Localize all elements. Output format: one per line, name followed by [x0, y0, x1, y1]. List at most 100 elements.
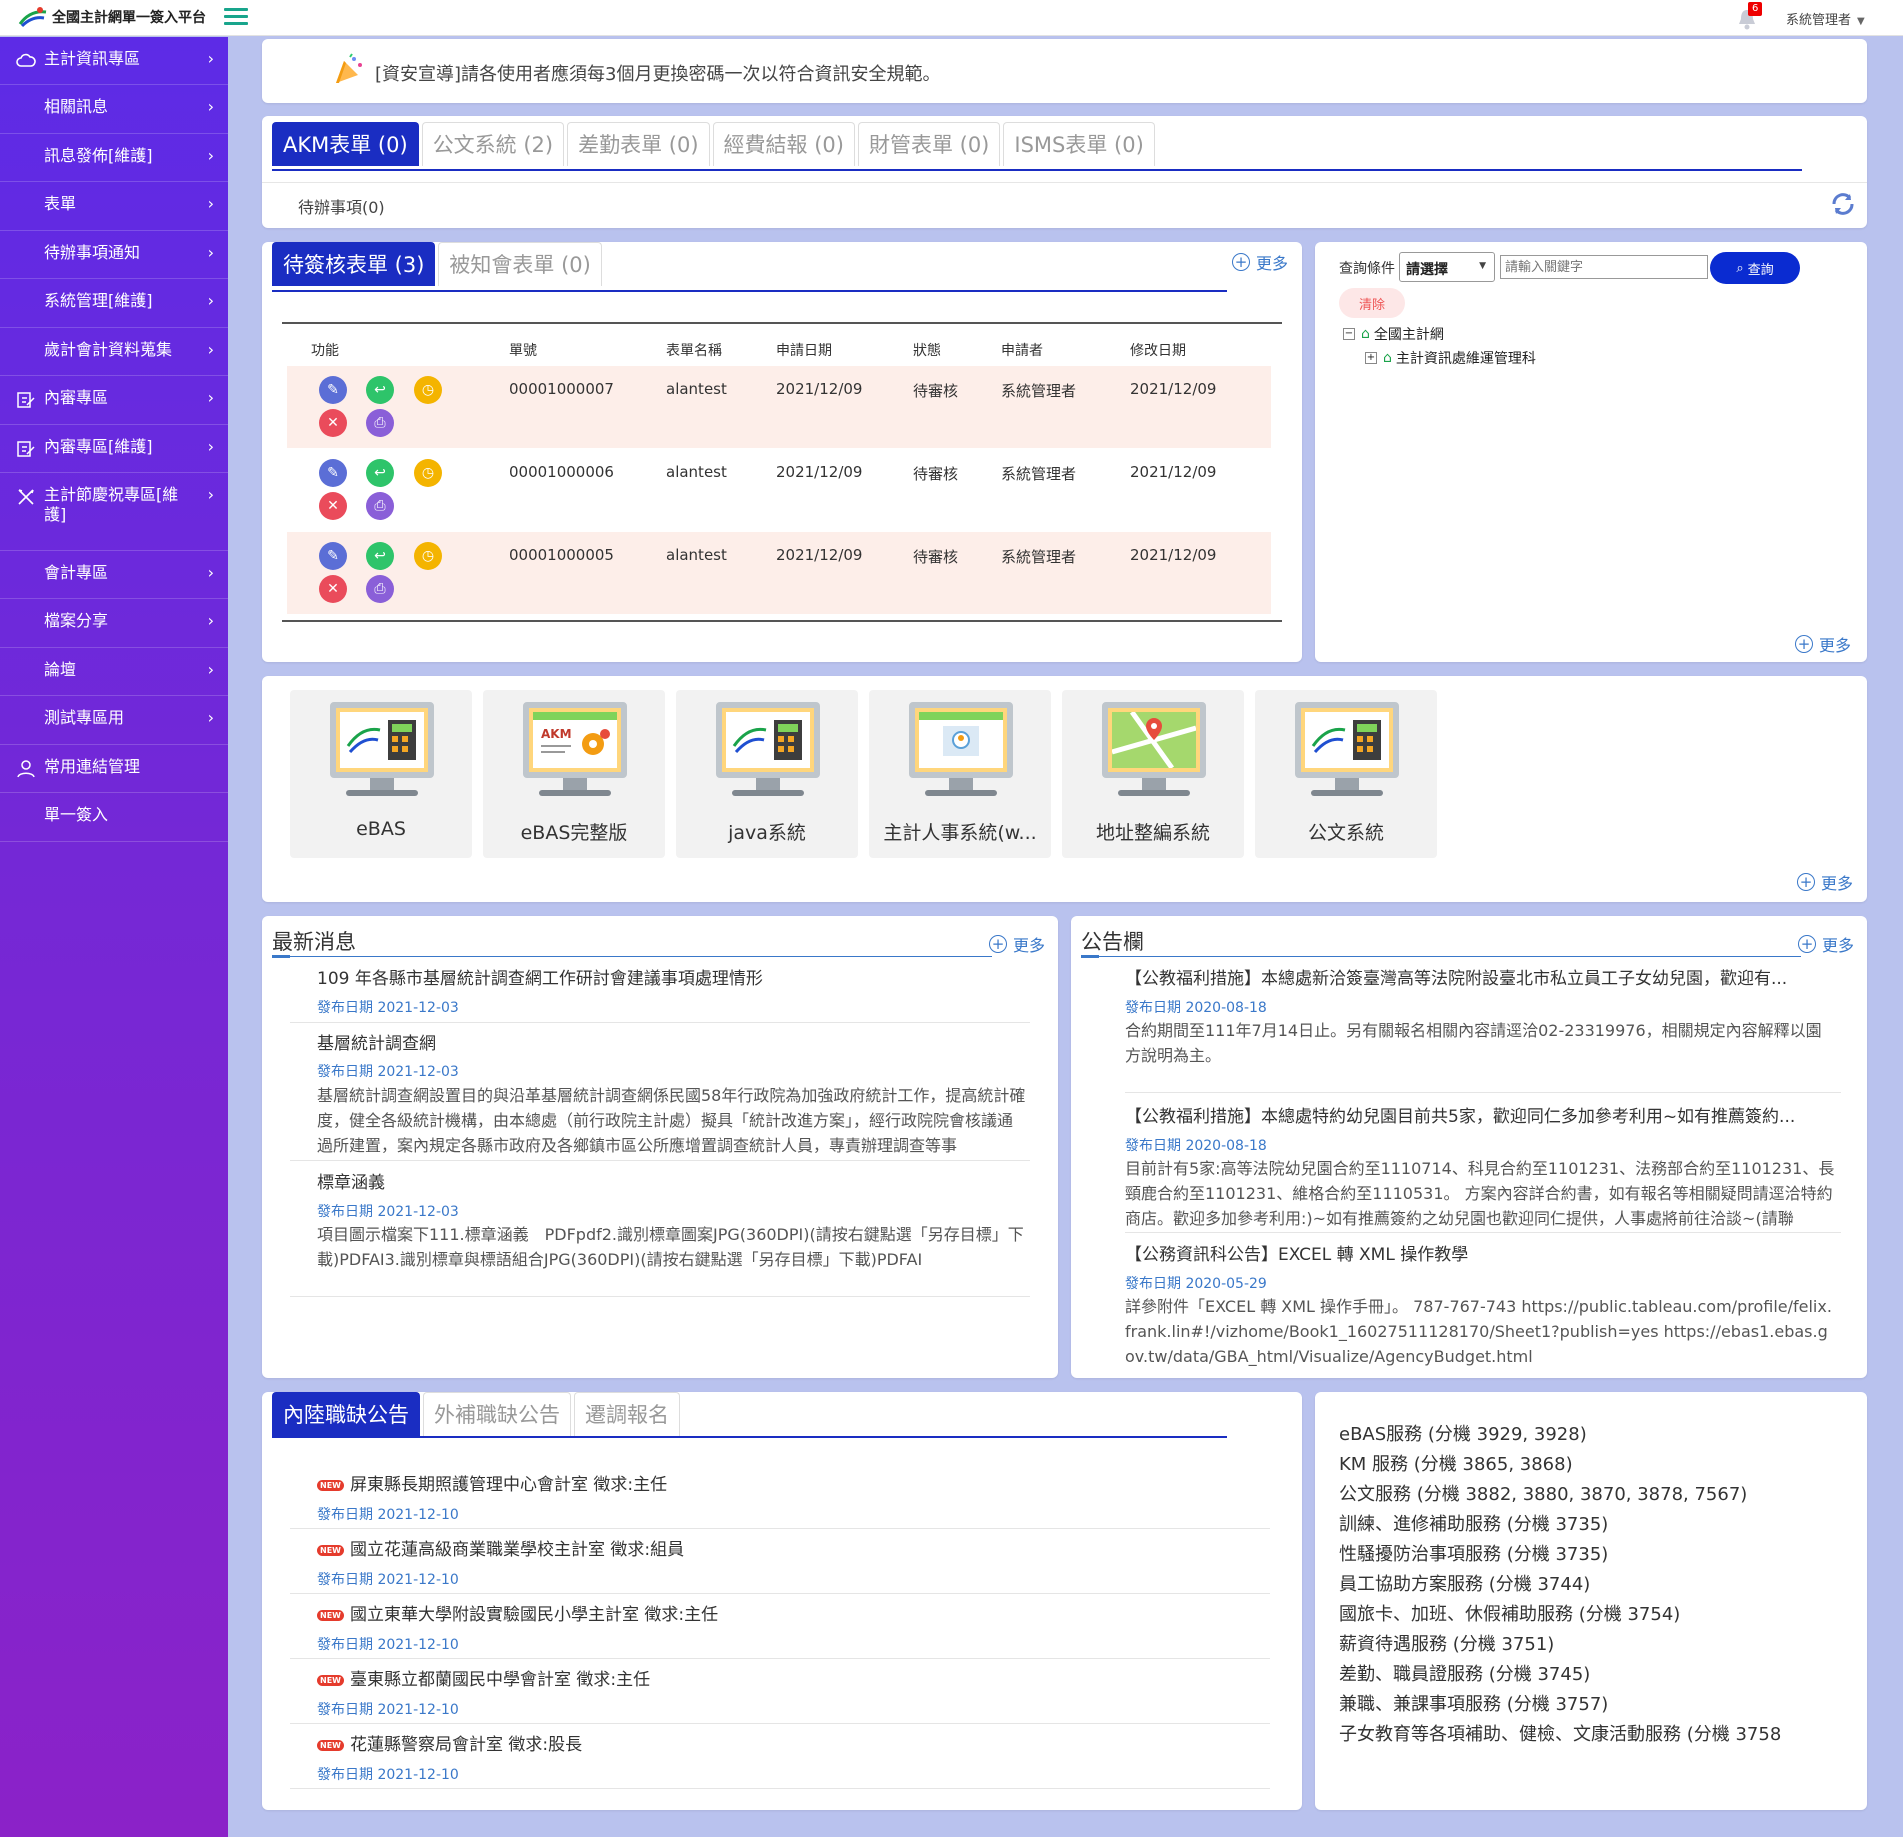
- system-card-java[interactable]: java系統: [676, 690, 858, 858]
- sidebar-item-internal-audit[interactable]: 內審專區 ›: [0, 376, 228, 425]
- menu-toggle-icon[interactable]: [224, 8, 248, 28]
- sidebar-item-label: 表單: [44, 194, 77, 213]
- service-line: 公文服務 (分機 3882, 3880, 3870, 3878, 7567): [1339, 1484, 1748, 1505]
- news-item-date: 發布日期 2021-12-03: [317, 1064, 459, 1080]
- system-card-document[interactable]: 公文系統: [1255, 690, 1437, 858]
- more-link[interactable]: + 更多: [1795, 632, 1851, 656]
- sidebar-item-forms[interactable]: 表單 ›: [0, 182, 228, 231]
- more-link[interactable]: + 更多: [1797, 870, 1853, 894]
- divider: [290, 1528, 1270, 1529]
- print-icon[interactable]: ⎙: [366, 409, 394, 437]
- cell-number[interactable]: 00001000006: [509, 463, 614, 481]
- cell-modified: 2021/12/09: [1130, 463, 1217, 481]
- clock-icon[interactable]: ◷: [414, 459, 442, 487]
- return-icon[interactable]: ↩: [366, 542, 394, 570]
- notification-count-badge: 6: [1748, 2, 1763, 16]
- tree-collapse-icon[interactable]: −: [1343, 328, 1355, 340]
- print-icon[interactable]: ⎙: [366, 492, 394, 520]
- job-item-date: 發布日期 2021-12-10: [317, 1637, 459, 1653]
- more-link[interactable]: + 更多: [1798, 932, 1854, 956]
- cell-number[interactable]: 00001000007: [509, 380, 614, 398]
- tab-notified[interactable]: 被知會表單 (0): [438, 242, 602, 286]
- tree-node-root[interactable]: − ⌂ 全國主計網: [1343, 324, 1444, 344]
- edit-icon[interactable]: ✎: [319, 542, 347, 570]
- refresh-icon[interactable]: [1830, 192, 1856, 216]
- user-menu[interactable]: 系統管理者 ▼: [1786, 9, 1865, 28]
- tab-transfer-signup[interactable]: 遷調報名: [574, 1392, 680, 1436]
- tab-akm[interactable]: AKM表單 (0): [272, 122, 419, 166]
- tab-document[interactable]: 公文系統 (2): [421, 122, 565, 166]
- home-icon: ⌂: [1383, 350, 1392, 366]
- news-item-date: 發布日期 2021-12-03: [317, 1000, 459, 1016]
- bulletin-item-title[interactable]: 【公教福利措施】本總處特約幼兒園目前共5家，歡迎同仁多加參考利用~如有推薦簽約.…: [1125, 1102, 1795, 1127]
- tab-expense[interactable]: 經費結報 (0): [712, 122, 855, 166]
- clock-icon[interactable]: ◷: [414, 376, 442, 404]
- edit-icon[interactable]: ✎: [319, 376, 347, 404]
- sidebar-item-accounting[interactable]: 會計專區 ›: [0, 551, 228, 599]
- news-item-title[interactable]: 109 年各縣市基層統計調查網工作研討會建議事項處理情形: [317, 964, 763, 989]
- system-card-label: eBAS: [356, 818, 406, 840]
- todo-label: 待辦事項(0): [298, 198, 385, 217]
- news-item-title[interactable]: 標章涵義: [317, 1168, 385, 1193]
- clear-button[interactable]: 清除: [1339, 288, 1405, 318]
- sidebar-item-forum[interactable]: 論壇 ›: [0, 648, 228, 696]
- job-item-title[interactable]: NEW 臺東縣立都蘭國民中學會計室 徵求:主任: [317, 1665, 650, 1690]
- tab-pending-sign[interactable]: 待簽核表單 (3): [272, 242, 436, 286]
- sidebar-item-internal-audit-admin[interactable]: 內審專區[維護] ›: [0, 425, 228, 473]
- system-card-ebas-full[interactable]: AKM eBAS完整版: [483, 690, 665, 858]
- job-item-title-text: 國立東華大學附設實驗國民小學主計室 徵求:主任: [349, 1605, 719, 1625]
- tab-underline: [272, 290, 1227, 292]
- system-card-address[interactable]: 地址整編系統: [1062, 690, 1244, 858]
- job-item-title[interactable]: NEW 國立東華大學附設實驗國民小學主計室 徵求:主任: [317, 1600, 718, 1625]
- more-link[interactable]: + 更多: [1232, 250, 1288, 274]
- bulletin-item-title[interactable]: 【公教福利措施】本總處新洽簽臺灣高等法院附設臺北市私立員工子女幼兒園，歡迎有..…: [1125, 964, 1787, 989]
- bulletin-item-title[interactable]: 【公務資訊科公告】EXCEL 轉 XML 操作教學: [1125, 1240, 1468, 1265]
- title-underline-accent: [272, 955, 290, 958]
- cell-number[interactable]: 00001000005: [509, 546, 614, 564]
- job-item-title-text: 屏東縣長期照護管理中心會計室 徵求:主任: [349, 1475, 668, 1495]
- search-button[interactable]: ⌕ 查詢: [1710, 252, 1800, 284]
- sidebar-item-link-admin[interactable]: 常用連結管理: [0, 745, 228, 793]
- tree-expand-icon[interactable]: +: [1365, 352, 1377, 364]
- condition-select[interactable]: 請選擇 ▼: [1399, 252, 1495, 282]
- search-button-label: 查詢: [1747, 262, 1774, 278]
- tab-attendance[interactable]: 差勤表單 (0): [567, 122, 710, 166]
- sidebar-item-accounting-data[interactable]: 歲計會計資料蒐集 ›: [0, 328, 228, 376]
- tab-internal-jobs[interactable]: 內陸職缺公告: [272, 1392, 420, 1436]
- sidebar-item-label: 論壇: [44, 660, 77, 679]
- system-card-ebas[interactable]: eBAS: [290, 690, 472, 858]
- clock-icon[interactable]: ◷: [414, 542, 442, 570]
- sidebar-item-test[interactable]: 測試專區用 ›: [0, 696, 228, 745]
- reject-icon[interactable]: ✕: [319, 409, 347, 437]
- news-item-title[interactable]: 基層統計調查網: [317, 1029, 436, 1054]
- sidebar-item-file-share[interactable]: 檔案分享 ›: [0, 599, 228, 648]
- more-link[interactable]: + 更多: [989, 932, 1045, 956]
- sidebar-item-sso[interactable]: 單一簽入: [0, 793, 228, 842]
- sidebar-item-todo-notify[interactable]: 待辦事項通知 ›: [0, 231, 228, 279]
- tab-finance[interactable]: 財管表單 (0): [857, 122, 1001, 166]
- tab-external-jobs[interactable]: 外補職缺公告: [423, 1392, 571, 1436]
- sidebar-item-related-info[interactable]: 相關訊息 ›: [0, 85, 228, 134]
- system-card-personnel[interactable]: 主計人事系統(w...: [869, 690, 1051, 858]
- reject-icon[interactable]: ✕: [319, 492, 347, 520]
- print-icon[interactable]: ⎙: [366, 575, 394, 603]
- return-icon[interactable]: ↩: [366, 376, 394, 404]
- app-logo[interactable]: 全國主計網單一簽入平台: [18, 6, 206, 28]
- return-icon[interactable]: ↩: [366, 459, 394, 487]
- notification-bell-icon[interactable]: 6: [1738, 2, 1763, 30]
- tree-node-child[interactable]: + ⌂ 主計資訊處維運管理科: [1365, 348, 1536, 368]
- divider: [1125, 1092, 1841, 1093]
- job-item-title[interactable]: NEW 花蓮縣警察局會計室 徵求:股長: [317, 1730, 582, 1755]
- edit-icon[interactable]: ✎: [319, 459, 347, 487]
- keyword-input[interactable]: [1500, 255, 1708, 279]
- col-header-form-name: 表單名稱: [666, 343, 722, 359]
- sidebar-item-festival[interactable]: 主計節慶祝專區[維護] ›: [0, 473, 228, 551]
- sidebar-item-news-publish[interactable]: 訊息發佈[維護] ›: [0, 134, 228, 182]
- sidebar-item-system-admin[interactable]: 系統管理[維護] ›: [0, 279, 228, 328]
- reject-icon[interactable]: ✕: [319, 575, 347, 603]
- tab-isms[interactable]: ISMS表單 (0): [1003, 122, 1155, 166]
- sidebar-item-budget-info[interactable]: 主計資訊專區 ›: [0, 37, 228, 85]
- job-item-title[interactable]: NEW 屏東縣長期照護管理中心會計室 徵求:主任: [317, 1470, 667, 1495]
- job-item-title[interactable]: NEW 國立花蓮高級商業職業學校主計室 徵求:組員: [317, 1535, 684, 1560]
- chevron-right-icon: ›: [207, 243, 214, 262]
